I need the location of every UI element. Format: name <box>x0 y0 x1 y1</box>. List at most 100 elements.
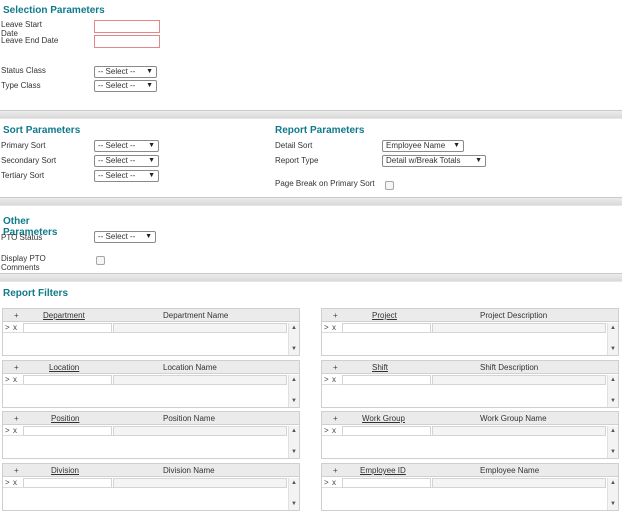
filter-column-header[interactable]: Division <box>51 466 79 475</box>
remove-row-icon[interactable]: x <box>13 478 17 488</box>
scroll-down-icon[interactable]: ▼ <box>610 449 616 455</box>
scroll-down-icon[interactable]: ▼ <box>291 398 297 404</box>
scrollbar[interactable]: ▲ ▼ <box>288 478 299 510</box>
remove-row-icon[interactable]: x <box>13 323 17 333</box>
scroll-down-icon[interactable]: ▼ <box>610 346 616 352</box>
scroll-up-icon[interactable]: ▲ <box>291 428 297 434</box>
expand-row-icon[interactable]: > <box>324 375 329 385</box>
add-row-button[interactable]: + <box>14 311 19 320</box>
filter-code-input[interactable] <box>23 426 112 436</box>
chevron-down-icon: ▼ <box>146 68 153 75</box>
scroll-up-icon[interactable]: ▲ <box>291 377 297 383</box>
remove-row-icon[interactable]: x <box>332 426 336 436</box>
table-row: > x <box>3 478 287 488</box>
tertiary-sort-select[interactable]: -- Select -- ▼ <box>94 170 159 182</box>
expand-row-icon[interactable]: > <box>5 426 10 436</box>
filter-code-input[interactable] <box>23 478 112 488</box>
table-row: > x <box>3 426 287 436</box>
primary-sort-value: -- Select -- <box>98 141 136 150</box>
filter-column-header[interactable]: Department <box>43 311 85 320</box>
filter-grid-header: + Employee ID Employee Name <box>322 464 618 477</box>
status-class-select[interactable]: -- Select -- ▼ <box>94 66 157 78</box>
scrollbar[interactable]: ▲ ▼ <box>607 478 618 510</box>
filter-code-input[interactable] <box>23 323 112 333</box>
scroll-up-icon[interactable]: ▲ <box>291 325 297 331</box>
filter-name-column-header: Location Name <box>163 363 217 372</box>
filter-code-input[interactable] <box>23 375 112 385</box>
scroll-up-icon[interactable]: ▲ <box>610 377 616 383</box>
scroll-up-icon[interactable]: ▲ <box>610 480 616 486</box>
filter-code-input[interactable] <box>342 323 431 333</box>
expand-row-icon[interactable]: > <box>324 478 329 488</box>
filter-code-input[interactable] <box>342 375 431 385</box>
add-row-button[interactable]: + <box>333 363 338 372</box>
detail-sort-select[interactable]: Employee Name ▼ <box>382 140 464 152</box>
filter-column-header[interactable]: Location <box>49 363 79 372</box>
detail-sort-label: Detail Sort <box>275 141 313 150</box>
report-type-select[interactable]: Detail w/Break Totals ▼ <box>382 155 486 167</box>
expand-row-icon[interactable]: > <box>5 375 10 385</box>
scrollbar[interactable]: ▲ ▼ <box>288 426 299 458</box>
page-break-label: Page Break on Primary Sort <box>275 179 375 188</box>
filter-grid: + Employee ID Employee Name > x ▲ ▼ <box>321 463 619 511</box>
filter-grid-header: + Division Division Name <box>3 464 299 477</box>
scroll-down-icon[interactable]: ▼ <box>610 398 616 404</box>
remove-row-icon[interactable]: x <box>332 375 336 385</box>
report-type-label: Report Type <box>275 156 319 165</box>
filter-name-column-header: Division Name <box>163 466 215 475</box>
tertiary-sort-value: -- Select -- <box>98 171 136 180</box>
add-row-button[interactable]: + <box>14 414 19 423</box>
filter-name-cell <box>113 426 287 436</box>
scrollbar[interactable]: ▲ ▼ <box>288 323 299 355</box>
scroll-up-icon[interactable]: ▲ <box>291 480 297 486</box>
section-divider <box>0 197 622 206</box>
filter-grid: + Division Division Name > x ▲ ▼ <box>2 463 300 511</box>
leave-end-date-input[interactable] <box>94 35 160 48</box>
add-row-button[interactable]: + <box>333 466 338 475</box>
primary-sort-select[interactable]: -- Select -- ▼ <box>94 140 159 152</box>
scrollbar[interactable]: ▲ ▼ <box>288 375 299 407</box>
selection-parameters-title: Selection Parameters <box>3 5 105 16</box>
remove-row-icon[interactable]: x <box>332 478 336 488</box>
expand-row-icon[interactable]: > <box>5 478 10 488</box>
filter-code-input[interactable] <box>342 426 431 436</box>
scroll-down-icon[interactable]: ▼ <box>291 449 297 455</box>
chevron-down-icon: ▼ <box>146 82 153 89</box>
filter-column-header[interactable]: Project <box>372 311 397 320</box>
filter-column-header[interactable]: Position <box>51 414 79 423</box>
filter-name-column-header: Shift Description <box>480 363 539 372</box>
page-break-checkbox[interactable] <box>385 181 394 190</box>
add-row-button[interactable]: + <box>333 311 338 320</box>
filter-column-header[interactable]: Employee ID <box>360 466 406 475</box>
add-row-button[interactable]: + <box>14 363 19 372</box>
filter-column-header[interactable]: Shift <box>372 363 388 372</box>
remove-row-icon[interactable]: x <box>13 375 17 385</box>
scroll-up-icon[interactable]: ▲ <box>610 325 616 331</box>
scroll-down-icon[interactable]: ▼ <box>291 346 297 352</box>
scrollbar[interactable]: ▲ ▼ <box>607 375 618 407</box>
type-class-select[interactable]: -- Select -- ▼ <box>94 80 157 92</box>
expand-row-icon[interactable]: > <box>324 426 329 436</box>
leave-start-date-input[interactable] <box>94 20 160 33</box>
scrollbar[interactable]: ▲ ▼ <box>607 323 618 355</box>
scroll-down-icon[interactable]: ▼ <box>610 501 616 507</box>
remove-row-icon[interactable]: x <box>332 323 336 333</box>
filter-name-column-header: Position Name <box>163 414 216 423</box>
add-row-button[interactable]: + <box>14 466 19 475</box>
scrollbar[interactable]: ▲ ▼ <box>607 426 618 458</box>
filter-code-input[interactable] <box>342 478 431 488</box>
filter-column-header[interactable]: Work Group <box>362 414 405 423</box>
remove-row-icon[interactable]: x <box>13 426 17 436</box>
filter-name-column-header: Work Group Name <box>480 414 547 423</box>
report-filters-title: Report Filters <box>3 288 69 299</box>
chevron-down-icon: ▼ <box>148 172 155 179</box>
secondary-sort-select[interactable]: -- Select -- ▼ <box>94 155 159 167</box>
add-row-button[interactable]: + <box>333 414 338 423</box>
expand-row-icon[interactable]: > <box>5 323 10 333</box>
pto-status-select[interactable]: -- Select -- ▼ <box>94 231 156 243</box>
scroll-down-icon[interactable]: ▼ <box>291 501 297 507</box>
scroll-up-icon[interactable]: ▲ <box>610 428 616 434</box>
expand-row-icon[interactable]: > <box>324 323 329 333</box>
display-pto-comments-checkbox[interactable] <box>96 256 105 265</box>
filter-grid-header: + Work Group Work Group Name <box>322 412 618 425</box>
